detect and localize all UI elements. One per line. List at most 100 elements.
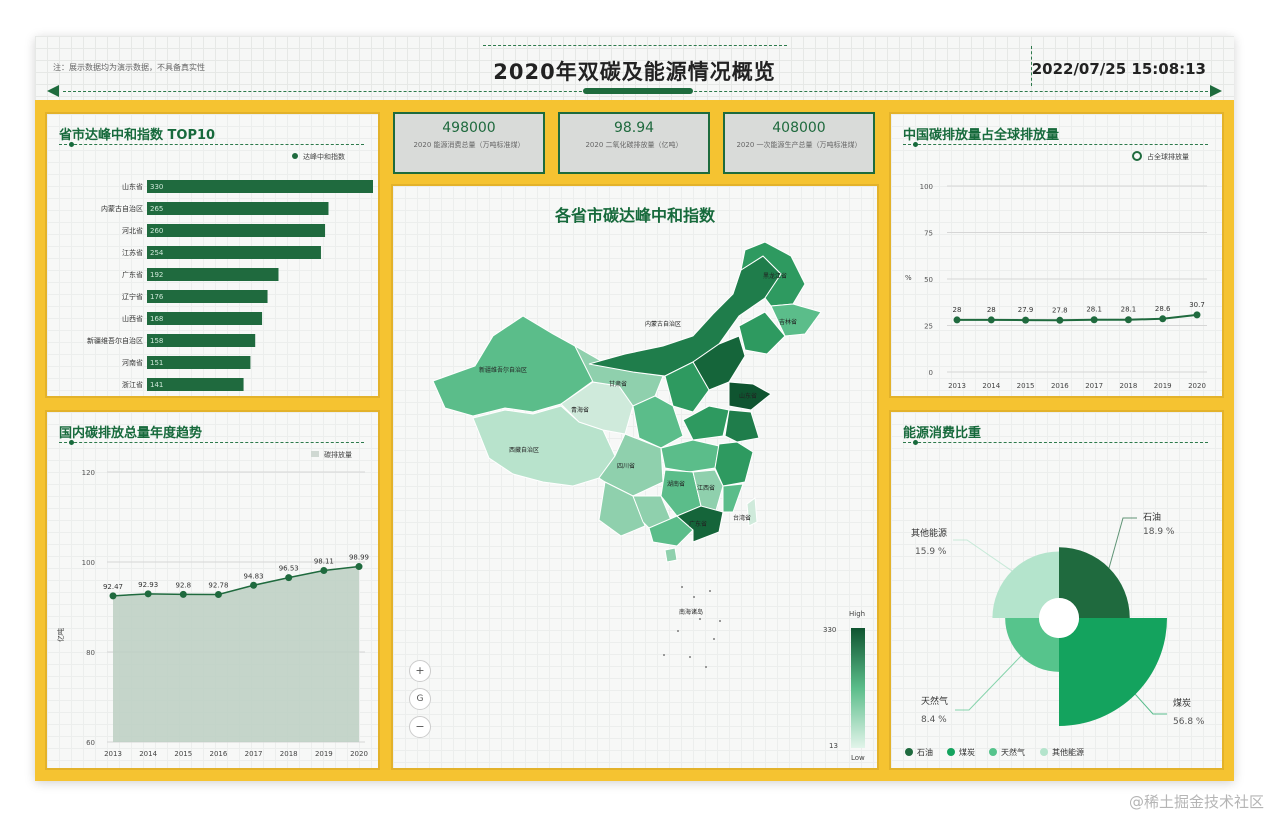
zoom-out-button[interactable]: − bbox=[409, 716, 431, 738]
energy-legend-label[interactable]: 天然气 bbox=[1001, 747, 1025, 757]
trend-point[interactable] bbox=[109, 592, 117, 600]
rose-slice[interactable] bbox=[1059, 618, 1167, 726]
map-label: 西藏自治区 bbox=[509, 446, 539, 454]
slice-leader-line bbox=[1134, 694, 1167, 715]
bar[interactable] bbox=[147, 312, 263, 325]
zoom-in-button[interactable]: + bbox=[409, 660, 431, 682]
energy-legend-label[interactable]: 煤炭 bbox=[959, 747, 975, 757]
map-label: 湖南省 bbox=[667, 480, 685, 488]
province-fujian[interactable] bbox=[722, 483, 744, 513]
x-tick-label: 2016 bbox=[1051, 382, 1069, 390]
trend-legend-label: 碳排放量 bbox=[324, 450, 352, 459]
share-y-axis-label: % bbox=[905, 274, 912, 282]
share-point-label: 27.8 bbox=[1052, 306, 1068, 314]
bar[interactable] bbox=[147, 224, 326, 237]
share-point[interactable] bbox=[987, 316, 995, 324]
province-zhejiang[interactable] bbox=[714, 441, 754, 487]
kpi-label: 2020 能源消费总量（万吨标准煤） bbox=[413, 141, 525, 149]
trend-point-label: 94.83 bbox=[244, 572, 264, 580]
x-tick-label: 2019 bbox=[315, 750, 333, 758]
bar-category-label: 山东省 bbox=[122, 182, 143, 191]
bar[interactable] bbox=[147, 202, 329, 215]
bar[interactable] bbox=[147, 268, 279, 281]
bar-value-label: 176 bbox=[150, 293, 164, 301]
bar-category-label: 山西省 bbox=[122, 314, 143, 323]
province-jiangsu[interactable] bbox=[724, 409, 760, 443]
trend-point[interactable] bbox=[285, 574, 293, 582]
header-top-rule bbox=[483, 45, 787, 46]
x-tick-label: 2015 bbox=[174, 750, 192, 758]
watermark: @稀土掘金技术社区 bbox=[1128, 793, 1264, 811]
energy-legend-marker[interactable] bbox=[989, 748, 997, 756]
reset-view-button[interactable]: G bbox=[409, 688, 431, 710]
trend-legend-marker bbox=[311, 451, 319, 457]
share-point[interactable] bbox=[1193, 311, 1201, 319]
map-label: 吉林省 bbox=[779, 318, 797, 326]
trend-point-label: 98.11 bbox=[314, 558, 334, 566]
share-legend-marker bbox=[1132, 151, 1142, 161]
kpi-label: 2020 一次能源生产总量（万吨标准煤） bbox=[736, 141, 862, 149]
trend-point-label: 92.93 bbox=[138, 581, 158, 589]
dashboard-frame: 注：展示数据均为演示数据，不具备真实性 2020年双碳及能源情况概览 2022/… bbox=[35, 36, 1234, 781]
bar-value-label: 192 bbox=[150, 271, 163, 279]
share-point[interactable] bbox=[1124, 316, 1132, 324]
color-scale-bar[interactable] bbox=[851, 628, 865, 748]
share-point-label: 28 bbox=[987, 306, 996, 314]
y-tick-label: 60 bbox=[86, 739, 95, 747]
trend-point-label: 96.53 bbox=[279, 565, 299, 573]
share-point[interactable] bbox=[1056, 316, 1064, 324]
china-map[interactable]: 内蒙古自治区 新疆维吾尔自治区 西藏自治区 青海省 甘肃省 黑龙江省 吉林省 山… bbox=[393, 186, 877, 768]
province-hubei[interactable] bbox=[660, 439, 720, 473]
trend-point-label: 92.8 bbox=[175, 581, 191, 589]
trend-point[interactable] bbox=[214, 590, 222, 598]
bar[interactable] bbox=[147, 246, 321, 259]
trend-title-dot bbox=[69, 440, 74, 445]
trend-point-label: 92.47 bbox=[103, 583, 123, 591]
kpi-value: 98.94 bbox=[613, 120, 655, 136]
right-arrow-icon bbox=[1210, 85, 1222, 97]
map-label: 南海诸岛 bbox=[679, 608, 703, 616]
province-neimenggu[interactable] bbox=[588, 255, 782, 377]
bar[interactable] bbox=[147, 180, 373, 193]
share-point[interactable] bbox=[1090, 316, 1098, 324]
legend-high-label: High bbox=[849, 610, 866, 618]
share-point[interactable] bbox=[1022, 316, 1030, 324]
slice-leader-line bbox=[955, 655, 1022, 711]
trend-point[interactable] bbox=[355, 563, 363, 571]
energy-legend-marker[interactable] bbox=[947, 748, 955, 756]
trend-point[interactable] bbox=[320, 567, 328, 575]
energy-legend-label[interactable]: 石油 bbox=[917, 747, 933, 757]
trend-point[interactable] bbox=[144, 590, 152, 598]
trend-point[interactable] bbox=[179, 590, 187, 598]
y-tick-label: 120 bbox=[82, 469, 95, 477]
bar[interactable] bbox=[147, 290, 268, 303]
slice-leader-line bbox=[953, 539, 1013, 572]
bar-category-label: 江苏省 bbox=[122, 248, 143, 257]
share-point-label: 28.1 bbox=[1086, 306, 1102, 314]
bar-value-label: 260 bbox=[150, 227, 163, 235]
x-tick-label: 2017 bbox=[245, 750, 263, 758]
energy-legend-marker[interactable] bbox=[1040, 748, 1048, 756]
bar-value-label: 151 bbox=[150, 359, 163, 367]
energy-legend-marker[interactable] bbox=[905, 748, 913, 756]
share-point[interactable] bbox=[953, 316, 961, 324]
province-hainan[interactable] bbox=[664, 547, 678, 563]
share-point[interactable] bbox=[1159, 315, 1167, 323]
energy-title-rule bbox=[903, 442, 1208, 443]
x-tick-label: 2017 bbox=[1085, 382, 1103, 390]
energy-legend-label[interactable]: 其他能源 bbox=[1052, 747, 1084, 757]
y-tick-label: 80 bbox=[86, 649, 95, 657]
kpi-card-energy-consumption: 498000 2020 能源消费总量（万吨标准煤） bbox=[393, 112, 545, 174]
slice-value-label: 18.9 % bbox=[1143, 527, 1175, 537]
bar-value-label: 265 bbox=[150, 205, 163, 213]
map-label: 新疆维吾尔自治区 bbox=[479, 366, 527, 374]
legend-max-value: 330 bbox=[823, 626, 837, 634]
bar-value-label: 330 bbox=[150, 183, 163, 191]
kpi-card-energy-production: 408000 2020 一次能源生产总量（万吨标准煤） bbox=[723, 112, 875, 174]
datetime-display: 2022/07/25 15:08:13 bbox=[1031, 60, 1206, 78]
bar-category-label: 河南省 bbox=[122, 358, 143, 367]
share-point-label: 28.1 bbox=[1121, 306, 1137, 314]
slice-value-label: 8.4 % bbox=[921, 715, 947, 725]
trend-point[interactable] bbox=[250, 581, 258, 589]
bar-value-label: 254 bbox=[150, 249, 164, 257]
